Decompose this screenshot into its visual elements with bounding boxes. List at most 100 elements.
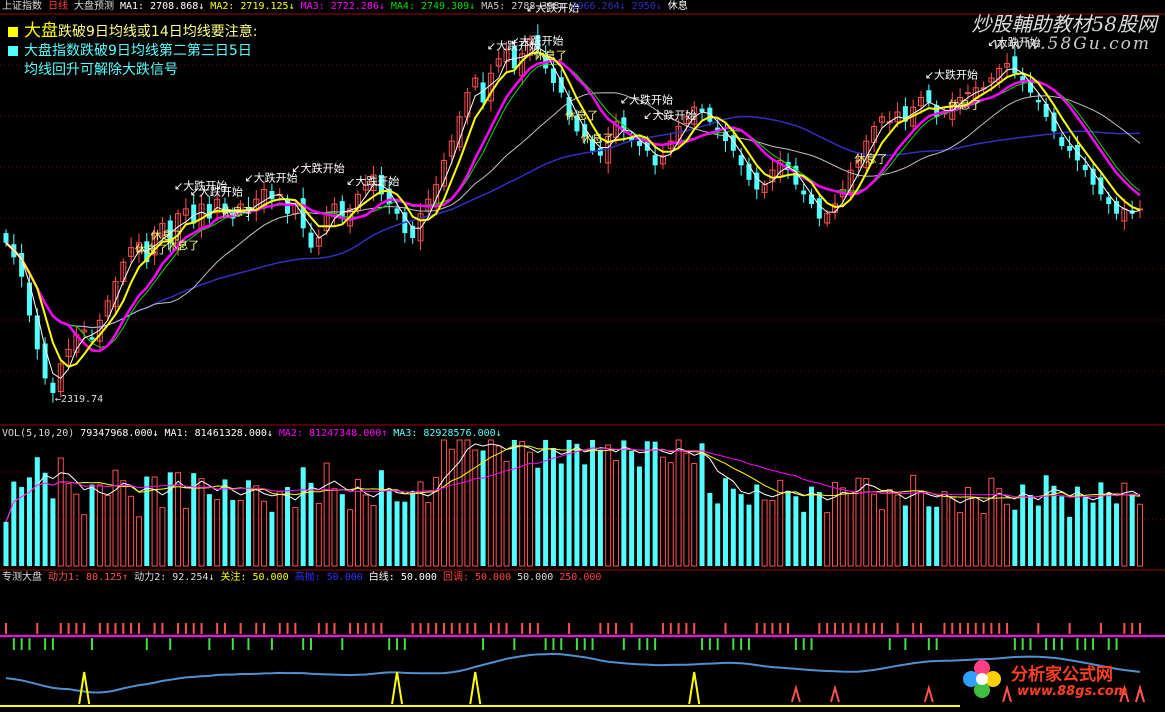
ind-gz: 关注: 50.000 bbox=[220, 572, 289, 583]
volume-bar bbox=[715, 503, 721, 566]
volume-bar bbox=[550, 447, 556, 566]
volume-bar bbox=[699, 443, 705, 566]
watermark-title: 炒股輔助教材58股网 bbox=[971, 12, 1157, 36]
candle-body bbox=[1106, 197, 1112, 205]
volume-bar bbox=[347, 509, 354, 567]
ind-v1: 50.000 bbox=[517, 572, 554, 583]
cyan-square-icon bbox=[8, 46, 18, 56]
volume-bar bbox=[621, 440, 627, 566]
volume-bar bbox=[972, 497, 979, 567]
volume-bar bbox=[1106, 492, 1112, 566]
volume-bar bbox=[871, 493, 878, 567]
volume-bar bbox=[1074, 486, 1080, 566]
volume-bar bbox=[659, 456, 666, 567]
volume-bar bbox=[425, 502, 432, 567]
period-label[interactable]: 日线 bbox=[48, 1, 68, 12]
signal-annotation: ↙大跌开始 bbox=[510, 33, 563, 47]
signal-annotation: 休息了 bbox=[854, 151, 887, 165]
candle-body bbox=[801, 190, 807, 195]
volume-bar bbox=[878, 509, 885, 567]
candle-body bbox=[809, 194, 815, 205]
volume-bar bbox=[691, 463, 698, 567]
volume-bar bbox=[410, 491, 416, 566]
ma2-value: MA2: 2719.125↓ bbox=[210, 1, 295, 12]
signal-annotation: 休息了 bbox=[135, 242, 168, 256]
volume-bar bbox=[417, 481, 424, 567]
candle-body bbox=[1067, 145, 1073, 151]
indicator-name[interactable]: 大盘预测 bbox=[74, 1, 114, 12]
ma6-value: 2966.264↓ bbox=[571, 1, 626, 12]
volume-bar bbox=[926, 506, 932, 566]
volume-bar bbox=[112, 469, 119, 567]
candle-body bbox=[738, 155, 744, 166]
watermark-url: www.58Gu.com bbox=[992, 34, 1151, 54]
candle-body bbox=[308, 232, 314, 248]
volume-bar bbox=[276, 491, 283, 567]
volume-bar bbox=[785, 490, 791, 566]
volume-bar bbox=[894, 494, 901, 567]
sell-signal-marker bbox=[830, 684, 840, 703]
price-header: 上证指数 日线 大盘预测 MA1: 2708.868↓ MA2: 2719.125↓ MA… bbox=[2, 0, 694, 14]
signal-annotation: ↙大跌开始 bbox=[190, 184, 243, 198]
volume-bar bbox=[957, 512, 964, 567]
volume-bar bbox=[222, 479, 228, 566]
symbol-name[interactable]: 上证指数 bbox=[2, 1, 42, 12]
volume-bar bbox=[667, 462, 674, 567]
volume-bar bbox=[636, 466, 642, 566]
volume-bar bbox=[597, 449, 603, 566]
volume-bar bbox=[261, 500, 268, 567]
ma5-value: MA5: 2788.398↓ bbox=[481, 1, 566, 12]
volume-bar bbox=[980, 513, 987, 567]
sell-signal-marker bbox=[790, 684, 801, 703]
volume-bar bbox=[988, 477, 995, 567]
volume-bar bbox=[354, 478, 361, 567]
vol-ma1: MA1: 81461328.000↓ bbox=[164, 428, 273, 439]
volume-bar bbox=[675, 439, 682, 567]
vol-ma2: MA2: 81247348.000↑ bbox=[278, 428, 388, 439]
volume-bar bbox=[89, 484, 95, 566]
vol-value: 79347968.000↓ bbox=[80, 428, 159, 439]
signal-annotation: 休息了 bbox=[534, 48, 567, 62]
logo-title: 分析家公式网 bbox=[1011, 665, 1113, 685]
volume-bar bbox=[1059, 496, 1065, 566]
volume-bar bbox=[464, 439, 471, 567]
candle-body bbox=[1012, 56, 1018, 74]
ind-dl2: 动力2: 92.254↓ bbox=[134, 572, 215, 583]
buy-signal-marker bbox=[391, 671, 404, 705]
volume-bar bbox=[886, 489, 893, 567]
volume-bar bbox=[605, 444, 612, 567]
volume-bar bbox=[1067, 516, 1073, 566]
volume-bar bbox=[159, 507, 166, 567]
volume-bar bbox=[214, 499, 221, 567]
volume-bar bbox=[315, 502, 322, 567]
candle-body bbox=[636, 141, 642, 146]
signal-annotation: ↙大跌开始 bbox=[925, 67, 978, 81]
volume-bar bbox=[793, 496, 799, 566]
candle-body bbox=[1082, 164, 1088, 171]
volume-bar bbox=[120, 480, 127, 567]
volume-bar bbox=[362, 494, 369, 567]
vol-ma3: MA3: 82928576.000↓ bbox=[393, 428, 502, 439]
ind-name[interactable]: 专测大盘 bbox=[2, 572, 42, 583]
ind-bx: 白线: 50.000 bbox=[368, 572, 437, 583]
volume-bar bbox=[996, 488, 1003, 567]
flower-logo-icon bbox=[963, 660, 1001, 698]
volume-header: VOL(5,10,20) 79347968.000↓ MA1: 81461328.0… bbox=[2, 427, 508, 441]
candle-body bbox=[926, 90, 932, 103]
volume-bar bbox=[339, 494, 345, 566]
volume-ma-line bbox=[5, 443, 1141, 523]
volume-bar bbox=[761, 499, 768, 567]
legend-line1: 跌破9日均线或14日均线要注意: bbox=[58, 24, 258, 40]
vol-name[interactable]: VOL(5,10,20) bbox=[2, 428, 74, 439]
volume-bar bbox=[629, 450, 635, 566]
low-price-label: ←2319.74 bbox=[55, 394, 103, 405]
candle-body bbox=[3, 233, 9, 243]
volume-bar bbox=[644, 441, 650, 566]
volume-bar bbox=[941, 491, 948, 567]
candle-body bbox=[89, 337, 95, 340]
volume-bar bbox=[543, 440, 549, 566]
volume-bar bbox=[535, 467, 541, 566]
volume-bar bbox=[769, 499, 776, 567]
volume-bar bbox=[801, 511, 807, 566]
volume-bar bbox=[1098, 482, 1104, 566]
